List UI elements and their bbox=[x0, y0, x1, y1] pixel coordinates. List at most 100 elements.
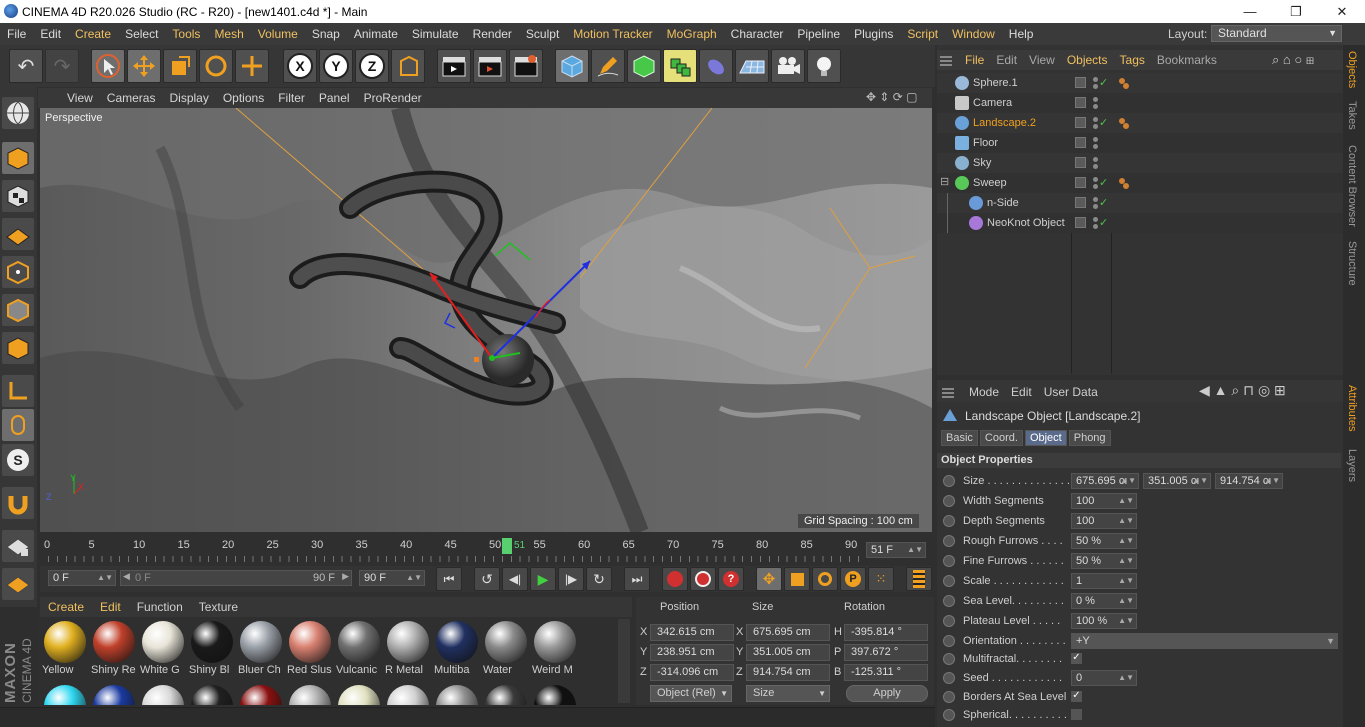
material-swatch[interactable] bbox=[189, 683, 235, 705]
size-y-field[interactable]: 351.005 cı ▲▼ bbox=[1143, 473, 1211, 489]
menu-sculpt[interactable]: Sculpt bbox=[519, 27, 566, 41]
workplane-lock-button[interactable] bbox=[2, 530, 34, 562]
record-button[interactable] bbox=[662, 567, 688, 591]
polygons-mode-button[interactable] bbox=[2, 332, 34, 364]
objects-menu-bookmarks[interactable]: Bookmarks bbox=[1151, 53, 1223, 67]
cube-button[interactable] bbox=[555, 49, 589, 83]
object-name[interactable]: Sweep bbox=[973, 177, 1007, 189]
frame-range-slider[interactable]: ◀ 0 F 90 F ▶ bbox=[120, 570, 352, 586]
viewport-menu-cameras[interactable]: Cameras bbox=[100, 91, 163, 105]
animate-toggle[interactable] bbox=[943, 535, 955, 547]
side-tab-layers[interactable]: Layers bbox=[1346, 449, 1358, 482]
render-visibility-dot[interactable] bbox=[1093, 204, 1098, 209]
rotate-tool[interactable] bbox=[199, 49, 233, 83]
attribute-nav-tools[interactable]: ◀ ▲ ⌕ ⊓ ◎ ⊞ bbox=[1199, 382, 1286, 399]
tab-phong[interactable]: Phong bbox=[1068, 430, 1111, 446]
position-key-button[interactable]: ✥ bbox=[756, 567, 782, 591]
menu-select[interactable]: Select bbox=[118, 27, 165, 41]
editor-visibility-dot[interactable] bbox=[1093, 217, 1098, 222]
camera-button[interactable] bbox=[771, 49, 805, 83]
multifractal-checkbox[interactable]: ✓ bbox=[1071, 653, 1082, 664]
rotation-field[interactable]: 397.672 ° bbox=[844, 644, 928, 661]
array-button[interactable] bbox=[663, 49, 697, 83]
menu-animate[interactable]: Animate bbox=[347, 27, 405, 41]
layer-toggle[interactable] bbox=[1075, 177, 1086, 188]
subdivision-button[interactable] bbox=[627, 49, 661, 83]
tag-icon[interactable] bbox=[1123, 123, 1129, 129]
menu-mograph[interactable]: MoGraph bbox=[660, 27, 724, 41]
enabled-check-icon[interactable]: ✓ bbox=[1099, 216, 1108, 229]
attributes-menu-user-data[interactable]: User Data bbox=[1038, 385, 1104, 399]
objects-menu-view[interactable]: View bbox=[1023, 53, 1061, 67]
y-axis-button[interactable]: Y bbox=[319, 49, 353, 83]
layer-toggle[interactable] bbox=[1075, 217, 1086, 228]
enabled-check-icon[interactable]: ✓ bbox=[1099, 76, 1108, 89]
side-tab-attributes[interactable]: Attributes bbox=[1346, 385, 1358, 431]
menu-character[interactable]: Character bbox=[724, 27, 791, 41]
size-x-field[interactable]: 675.695 cı ▲▼ bbox=[1071, 473, 1139, 489]
object-row-neoknot-object[interactable]: NeoKnot Object ✓ bbox=[937, 213, 1343, 233]
go-to-end-button[interactable]: ⏭ bbox=[624, 567, 650, 591]
menu-mesh[interactable]: Mesh bbox=[207, 27, 250, 41]
animate-toggle[interactable] bbox=[943, 615, 955, 627]
menu-pipeline[interactable]: Pipeline bbox=[790, 27, 847, 41]
coord-mode-select[interactable]: Object (Rel) ▼ bbox=[650, 685, 732, 702]
position-field[interactable]: 342.615 cm bbox=[650, 624, 734, 641]
material-swatch[interactable] bbox=[336, 683, 382, 705]
render-settings-button[interactable] bbox=[509, 49, 543, 83]
position-field[interactable]: -314.096 cm bbox=[650, 664, 734, 681]
size-field[interactable]: 351.005 cm bbox=[746, 644, 830, 661]
tag-icon[interactable] bbox=[1123, 83, 1129, 89]
layer-toggle[interactable] bbox=[1075, 197, 1086, 208]
material-swatch[interactable]: Yellow bbox=[42, 619, 88, 679]
tab-basic[interactable]: Basic bbox=[941, 430, 978, 446]
borders-checkbox[interactable]: ✓ bbox=[1071, 691, 1082, 702]
z-axis-button[interactable]: Z bbox=[355, 49, 389, 83]
render-visibility-dot[interactable] bbox=[1093, 104, 1098, 109]
material-swatch[interactable]: White G bbox=[140, 619, 186, 679]
attributes-menu-edit[interactable]: Edit bbox=[1005, 385, 1038, 399]
seed-field[interactable]: 0 ▲▼ bbox=[1071, 670, 1137, 686]
layer-toggle[interactable] bbox=[1075, 117, 1086, 128]
viewport-menu-display[interactable]: Display bbox=[162, 91, 215, 105]
material-swatch[interactable] bbox=[483, 683, 529, 705]
objects-menu-icon[interactable] bbox=[940, 54, 952, 66]
objects-menu-edit[interactable]: Edit bbox=[990, 53, 1023, 67]
object-row-sphere-1[interactable]: Sphere.1 ✓ bbox=[937, 73, 1343, 93]
orientation-select[interactable]: +Y ▼ bbox=[1071, 633, 1338, 649]
animate-toggle[interactable] bbox=[943, 575, 955, 587]
animate-toggle[interactable] bbox=[943, 495, 955, 507]
material-swatch[interactable] bbox=[42, 683, 88, 705]
rotation-field[interactable]: -125.311 ° bbox=[844, 664, 928, 681]
material-swatch[interactable]: Bluer Ch bbox=[238, 619, 284, 679]
editor-visibility-dot[interactable] bbox=[1093, 157, 1098, 162]
object-row-floor[interactable]: Floor bbox=[937, 133, 1343, 153]
maximize-button[interactable]: ❐ bbox=[1273, 0, 1319, 23]
size-mode-select[interactable]: Size ▼ bbox=[746, 685, 830, 702]
close-button[interactable]: ✕ bbox=[1319, 0, 1365, 23]
playhead[interactable] bbox=[502, 538, 512, 554]
editor-visibility-dot[interactable] bbox=[1093, 197, 1098, 202]
object-name[interactable]: NeoKnot Object bbox=[987, 217, 1065, 229]
editor-visibility-dot[interactable] bbox=[1093, 137, 1098, 142]
loop-button[interactable]: ↻ bbox=[586, 567, 612, 591]
tab-coord[interactable]: Coord. bbox=[979, 430, 1023, 446]
layer-toggle[interactable] bbox=[1075, 157, 1086, 168]
object-name[interactable]: Landscape.2 bbox=[973, 117, 1036, 129]
render-visibility-dot[interactable] bbox=[1093, 184, 1098, 189]
material-swatch[interactable]: Shiny Bl bbox=[189, 619, 235, 679]
material-swatch[interactable] bbox=[238, 683, 284, 705]
material-swatch[interactable]: Weird M bbox=[532, 619, 578, 679]
snap-button[interactable]: S bbox=[2, 444, 34, 476]
undo-button[interactable]: ↶ bbox=[9, 49, 43, 83]
position-field[interactable]: 238.951 cm bbox=[650, 644, 734, 661]
object-manager-tools[interactable]: ⌕ ⌂ ○ ⊞ bbox=[1272, 52, 1314, 68]
tab-object[interactable]: Object bbox=[1024, 430, 1067, 446]
workplane-mode-button[interactable] bbox=[2, 218, 34, 250]
editor-visibility-dot[interactable] bbox=[1093, 97, 1098, 102]
parameter-key-button[interactable]: P bbox=[840, 567, 866, 591]
scale-tool[interactable] bbox=[163, 49, 197, 83]
width-segments-field[interactable]: 100 ▲▼ bbox=[1071, 493, 1137, 509]
workplane-align-button[interactable] bbox=[2, 568, 34, 600]
rotation-field[interactable]: -395.814 ° bbox=[844, 624, 928, 641]
